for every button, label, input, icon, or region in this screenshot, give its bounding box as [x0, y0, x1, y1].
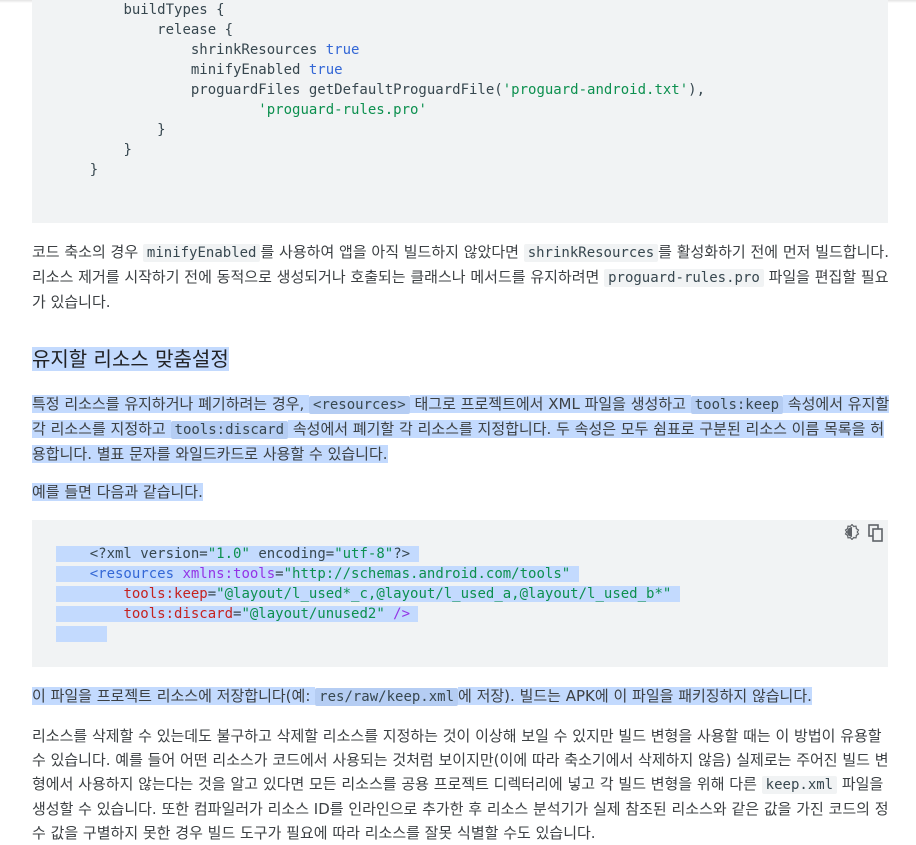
- gradle-line-4: minifyEnabled true: [190, 62, 343, 78]
- inline-code-shrinkresources: shrinkResources: [523, 244, 659, 262]
- xml-code-block: <?xml version="1.0" encoding="utf-8"?> <…: [32, 520, 888, 667]
- section-heading: 유지할 리소스 맞춤설정: [32, 347, 229, 371]
- paragraph-example: 예를 들면 다음과 같습니다.: [32, 483, 203, 501]
- gradle-line-5: proguardFiles getDefaultProguardFile('pr…: [190, 82, 706, 98]
- xml-line-3: tools:keep="@layout/l_used*_c,@layout/l_…: [56, 584, 680, 604]
- xml-line-2: <resources xmlns:tools="http://schemas.a…: [56, 564, 579, 584]
- inline-code-keep-xml-path: res/raw/keep.xml: [315, 688, 459, 706]
- xml-line-5: [56, 624, 107, 644]
- gradle-line-8: }: [123, 142, 132, 158]
- code-toolbar: [844, 524, 884, 542]
- gradle-code-block: buildTypes { release { shrinkResources t…: [32, 0, 888, 223]
- gradle-line-7: }: [157, 122, 166, 138]
- gradle-line-3: shrinkResources true: [190, 42, 360, 58]
- dark-code-theme-icon[interactable]: [844, 524, 860, 540]
- inline-code-proguard-rules: proguard-rules.pro: [604, 269, 764, 287]
- gradle-line-6: 'proguard-rules.pro': [258, 102, 427, 118]
- xml-line-4: tools:discard="@layout/unused2" />: [56, 604, 419, 624]
- copy-code-icon[interactable]: [868, 524, 884, 542]
- gradle-line-9: }: [89, 162, 99, 178]
- gradle-line-2: release {: [157, 22, 234, 38]
- inline-code-minifyenabled: minifyEnabled: [142, 244, 261, 262]
- paragraph-code-shrinking: 코드 축소의 경우 minifyEnabled 를 사용하여 앱을 아직 빌드하지…: [32, 243, 889, 311]
- paragraph-build-variants: 리소스를 삭제할 수 있는데도 불구하고 삭제할 리소스를 지정하는 것이 이상…: [32, 727, 889, 842]
- inline-code-keep-xml: keep.xml: [761, 776, 838, 794]
- inline-code-resources-tag: <resources>: [309, 396, 410, 414]
- xml-line-1: <?xml version="1.0" encoding="utf-8"?>: [56, 544, 419, 564]
- inline-code-tools-discard: tools:discard: [170, 421, 289, 439]
- inline-code-tools-keep: tools:keep: [690, 396, 784, 414]
- paragraph-resources-tag: 특정 리소스를 유지하거나 폐기하려는 경우, <resources> 태그로 …: [32, 395, 890, 463]
- gradle-line-1: buildTypes {: [123, 2, 225, 18]
- paragraph-save-file: 이 파일을 프로젝트 리소스에 저장합니다(예: res/raw/keep.xm…: [32, 687, 812, 706]
